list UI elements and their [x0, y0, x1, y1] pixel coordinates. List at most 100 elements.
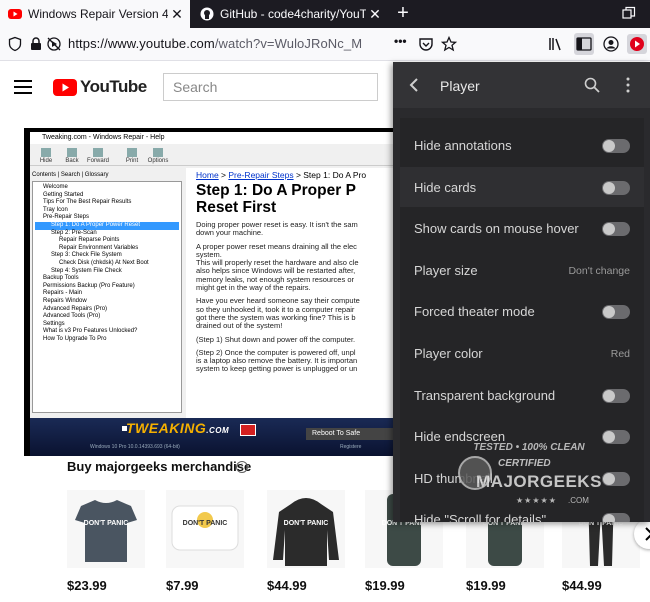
toggle-switch[interactable] [602, 388, 630, 403]
search-input[interactable]: Search [163, 73, 378, 101]
tweaking-banner: TWEAKING.COM Reboot To Safe Windows 10 P… [30, 418, 404, 456]
tab-title: GitHub - code4charity/YouTube [220, 7, 366, 21]
url-path: /watch?v=WuloJRoNc_M [214, 36, 363, 51]
setting-row[interactable]: Hide cards [400, 166, 644, 207]
help-paragraphs: Doing proper power reset is easy. It isn… [196, 220, 404, 374]
page-actions-button[interactable]: ••• [394, 34, 412, 50]
setting-row[interactable]: Player size Don't change [400, 250, 644, 290]
tree-item: Tips For The Best Repair Results [43, 199, 132, 206]
setting-label: Player size [414, 262, 478, 278]
help-tabs: Contents | Search | Glossary [32, 172, 109, 178]
bookmark-star-icon[interactable] [441, 36, 457, 52]
merch-price: $44.99 [267, 578, 307, 593]
tree-item: Tray Icon [43, 206, 68, 213]
sidebar-icon[interactable] [574, 33, 594, 55]
setting-select-value[interactable]: Red [611, 348, 630, 360]
toggle-switch[interactable] [602, 430, 630, 445]
tree-item: Settings [43, 320, 65, 327]
tree-item: Step 4: System File Check [51, 267, 122, 274]
setting-row[interactable]: Transparent background [400, 375, 644, 415]
url-host: https://www.youtube.com [68, 36, 215, 51]
toggle-knob [603, 181, 615, 194]
help-window-title: Tweaking.com - Windows Repair - Help [30, 132, 404, 144]
info-icon[interactable]: i [236, 461, 248, 473]
toggle-switch[interactable] [602, 305, 630, 320]
shield-icon[interactable] [7, 36, 23, 52]
lock-icon[interactable] [28, 36, 44, 52]
youtube-logo[interactable]: YouTube [53, 77, 147, 97]
tab-strip: Windows Repair Version 4 W ✕ GitHub - co… [0, 0, 650, 28]
merch-item-image[interactable]: DON'T PANIC [67, 490, 145, 568]
close-tab-icon[interactable]: ✕ [366, 6, 384, 23]
setting-label: Show cards on mouse hover [414, 221, 579, 237]
back-arrow-icon[interactable] [407, 77, 421, 93]
navigation-toolbar: https://www.youtube.com/watch?v=WuloJRoN… [0, 28, 650, 61]
hamburger-menu-icon[interactable] [14, 80, 32, 94]
help-tool: Forward [86, 148, 110, 164]
tree-item: What is v3 Pro Features Unlocked? [43, 328, 138, 335]
warning-icon [240, 424, 256, 436]
library-icon[interactable] [548, 36, 564, 52]
toggle-knob [603, 306, 615, 319]
improvetube-extension-icon[interactable] [627, 34, 647, 54]
popup-header: Player [393, 62, 650, 108]
account-icon[interactable] [603, 36, 619, 52]
toggle-switch[interactable] [602, 471, 630, 486]
tree-item: Step 1: Do A Proper Power Reset [35, 221, 179, 230]
autoplay-blocked-icon[interactable] [46, 36, 62, 52]
help-contents-tree: Welcome Getting Started Tips For The Best … [32, 181, 182, 413]
watermark-stars: ★★★★★ [516, 496, 557, 505]
help-toolbar: Hide Back Forward Print Options [30, 144, 404, 166]
setting-select-value[interactable]: Don't change [568, 265, 630, 277]
tree-item: Repairs - Main [43, 290, 83, 297]
tab-github[interactable]: GitHub - code4charity/YouTube ✕ [192, 0, 388, 28]
youtube-logo-text: YouTube [80, 77, 147, 96]
new-tab-button[interactable]: + [392, 3, 414, 25]
tree-item: Repairs Window [43, 297, 87, 304]
merch-shelf-title: Buy majorgeeks merchandise [67, 459, 252, 474]
github-favicon-icon [200, 7, 214, 21]
merch-price: $19.99 [365, 578, 405, 593]
more-vertical-icon[interactable] [623, 77, 633, 93]
tree-item: Step 3: Check File System [51, 252, 122, 259]
setting-label: Hide annotations [414, 138, 512, 153]
tree-item: Advanced Tools (Pro) [43, 313, 101, 320]
help-tool: Options [146, 148, 170, 164]
youtube-favicon-icon [8, 9, 22, 19]
toggle-switch[interactable] [602, 513, 630, 522]
help-tool: Hide [34, 148, 58, 164]
merch-design-text: DON'T PANIC [182, 520, 228, 527]
tab-title: Windows Repair Version 4 W [28, 7, 168, 21]
toggle-knob [603, 389, 615, 402]
help-tool: Back [60, 148, 84, 164]
pocket-icon[interactable] [418, 36, 434, 52]
version-text: Windows 10 Pro 10.0.14393.693 (64-bit) [90, 444, 180, 450]
majorgeeks-watermark: TESTED • 100% CLEAN CERTIFIED MAJORGEEKS… [456, 442, 602, 522]
tree-item: Permissions Backup (Pro Feature) [43, 282, 135, 289]
close-tab-icon[interactable]: ✕ [168, 6, 186, 23]
merch-item-image[interactable]: DON'T PANIC [166, 490, 244, 568]
setting-row[interactable]: Hide annotations [400, 125, 644, 165]
tree-item: Repair Environment Variables [59, 244, 139, 251]
watermark-certified: CERTIFIED [498, 458, 551, 469]
setting-row[interactable]: Show cards on mouse hover [400, 208, 644, 248]
search-icon[interactable] [584, 77, 600, 93]
merch-item-image[interactable]: DON'T PANIC [267, 490, 345, 568]
toggle-switch[interactable] [602, 139, 630, 153]
toggle-switch[interactable] [602, 222, 630, 237]
restore-window-icon[interactable] [622, 6, 636, 20]
setting-row[interactable]: Forced theater mode [400, 291, 644, 331]
watermark-com: .COM [568, 496, 589, 505]
setting-row[interactable]: Player color Red [400, 333, 644, 373]
watermark-tested: TESTED • 100% CLEAN [473, 442, 585, 453]
toggle-switch[interactable] [602, 180, 630, 195]
help-paragraph: Have you ever heard someone say their co… [196, 296, 360, 331]
registered-text: Registere [340, 444, 362, 450]
breadcrumb: Home > Pre-Repair Steps > Step 1: Do A P… [196, 170, 367, 180]
reboot-to-safe-label: Reboot To Safe [306, 428, 404, 440]
video-player[interactable]: Tweaking.com - Windows Repair - Help Hid… [24, 128, 404, 456]
url-bar[interactable]: https://www.youtube.com/watch?v=WuloJRoN… [68, 36, 362, 51]
tab-windows-repair[interactable]: Windows Repair Version 4 W ✕ [0, 0, 190, 28]
tree-item: Step 2: Pre-Scan [51, 229, 97, 236]
tree-item: Backup Tools [43, 275, 79, 282]
